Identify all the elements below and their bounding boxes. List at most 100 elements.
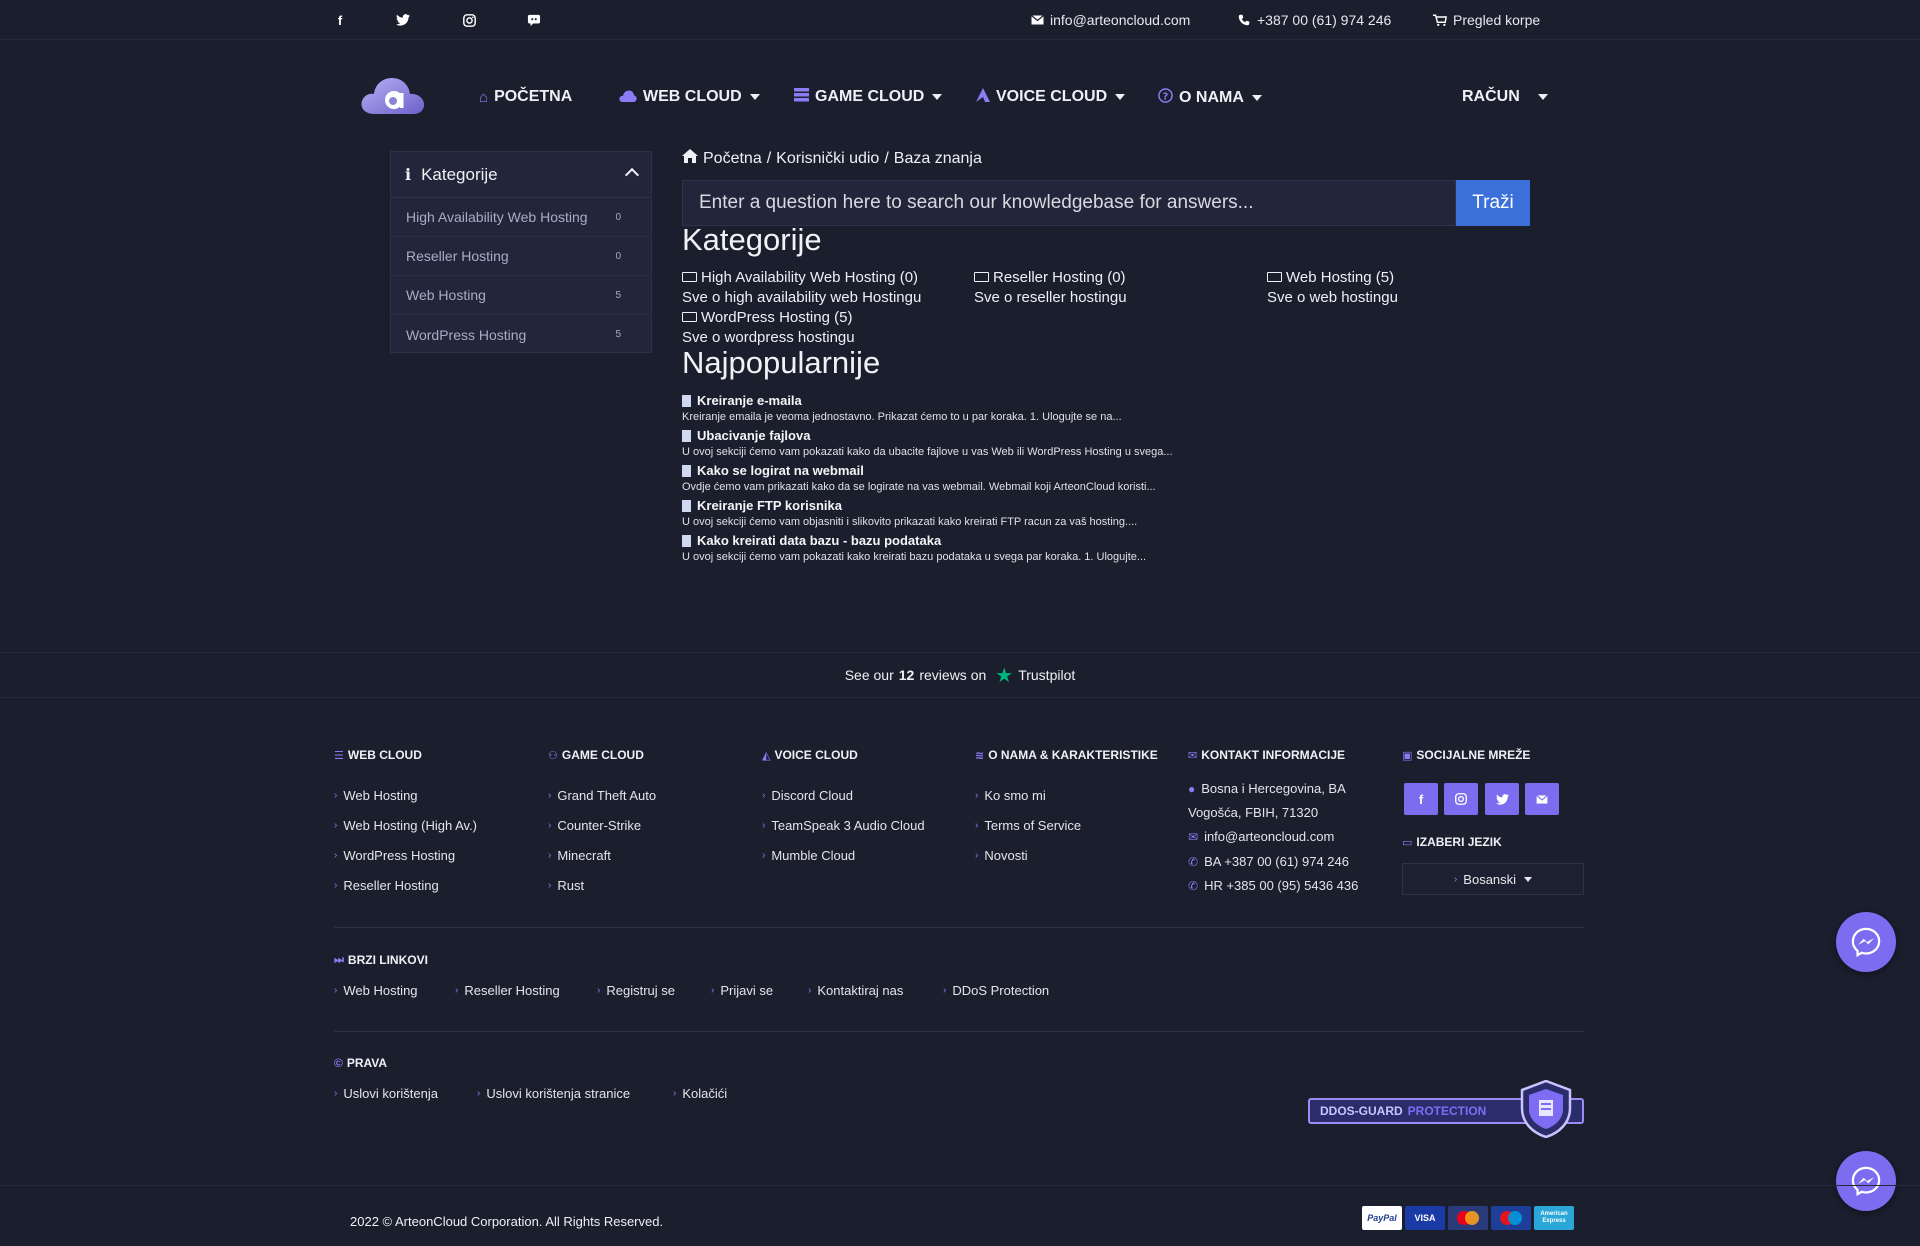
chevron-down-icon — [932, 94, 943, 100]
chevron-right-icon: › — [975, 850, 979, 861]
breadcrumb-item[interactable]: Korisnički udio — [776, 150, 879, 168]
footer-link[interactable]: › Grand Theft Auto — [548, 788, 656, 803]
popular-article-excerpt: U ovoj sekciji ćemo vam pokazati kako da… — [682, 446, 1173, 458]
popular-article-link[interactable]: Kreiranje FTP korisnika — [682, 498, 1137, 513]
nav-pocetna-label: POČETNA — [494, 88, 573, 105]
quick-link[interactable]: › Registruj se — [597, 983, 675, 998]
sidebar-header[interactable]: i Kategorije — [391, 152, 651, 198]
footer-link[interactable]: › Web Hosting (High Av.) — [334, 818, 477, 833]
footer-link[interactable]: › Novosti — [975, 848, 1028, 863]
messenger-chat-button[interactable] — [1836, 912, 1896, 972]
kb-search-input[interactable] — [682, 180, 1456, 226]
footer-link[interactable]: › Reseller Hosting — [334, 878, 439, 893]
footer-email-button[interactable] — [1525, 783, 1559, 815]
topbar-cart[interactable]: Pregled korpe — [1433, 12, 1540, 28]
chevron-right-icon: › — [975, 790, 979, 801]
rights-link[interactable]: › Uslovi korištenja — [334, 1086, 438, 1101]
chevron-right-icon: › — [334, 850, 338, 861]
nav-voice-cloud[interactable]: VOICE CLOUD — [976, 88, 1126, 106]
logo[interactable] — [360, 72, 426, 116]
footer-heading-text: BRZI LINKOVI — [347, 953, 428, 967]
footer-link-label: Reseller Hosting — [343, 878, 439, 893]
topbar-cart-text: Pregled korpe — [1453, 12, 1541, 28]
language-select[interactable]: › Bosanski — [1402, 863, 1584, 895]
nav-o-nama[interactable]: ? O NAMA — [1158, 88, 1262, 107]
footer-divider — [334, 927, 1584, 928]
footer-link[interactable]: › TeamSpeak 3 Audio Cloud — [762, 818, 925, 833]
rights-link[interactable]: › Kolačići — [673, 1086, 727, 1101]
topbar-phone[interactable]: +387 00 (61) 974 246 — [1237, 12, 1391, 28]
footer-heading-voice-cloud: ◭ VOICE CLOUD — [762, 748, 858, 762]
nav-game-cloud[interactable]: GAME CLOUD — [794, 88, 943, 106]
footer-link[interactable]: › Rust — [548, 878, 584, 893]
sidebar-title: Kategorije — [421, 164, 498, 184]
footer-phone-text: HR +385 00 (95) 5436 436 — [1204, 878, 1359, 893]
category-link[interactable]: Reseller Hosting (0) — [974, 269, 1126, 286]
chevron-right-icon: › — [975, 820, 979, 831]
quick-link[interactable]: › Kontaktiraj nas — [808, 983, 903, 998]
footer-link[interactable]: › Discord Cloud — [762, 788, 853, 803]
footer-link[interactable]: › Terms of Service — [975, 818, 1081, 833]
nav-o-nama-label: O NAMA — [1179, 88, 1244, 106]
popular-article-link[interactable]: Ubacivanje fajlova — [682, 428, 1173, 443]
chevron-right-icon: › — [1453, 873, 1458, 885]
trustpilot-widget[interactable]: See our 12 reviews on ★ Trustpilot — [0, 652, 1920, 698]
footer-email[interactable]: ✉ info@arteoncloud.com — [1188, 825, 1334, 849]
breadcrumb: Početna / Korisnički udio / Baza znanja — [682, 149, 982, 168]
footer-link-label: Discord Cloud — [771, 788, 853, 803]
footer-instagram-button[interactable] — [1444, 783, 1478, 815]
topbar-email[interactable]: info@arteoncloud.com — [1030, 12, 1190, 28]
kb-search-button[interactable]: Traži — [1456, 180, 1530, 226]
quick-link[interactable]: › Web Hosting — [334, 983, 418, 998]
popular-article-excerpt: U ovoj sekciji ćemo vam pokazati kako kr… — [682, 551, 1147, 563]
footer-link[interactable]: › Web Hosting — [334, 788, 418, 803]
popular-article-link[interactable]: Kako se logirat na webmail — [682, 463, 1156, 478]
category-link[interactable]: Web Hosting (5) — [1267, 269, 1394, 286]
popular-article-title: Ubacivanje fajlova — [697, 428, 811, 443]
cloud-icon — [619, 89, 637, 106]
footer-link[interactable]: › WordPress Hosting — [334, 848, 455, 863]
footer-link[interactable]: › Ko smo mi — [975, 788, 1046, 803]
ddos-guard-badge[interactable]: DDOS-GUARD PROTECTION — [1308, 1080, 1584, 1138]
popular-article: Kreiranje e-maila Kreiranje emaila je ve… — [682, 393, 1122, 423]
footer-link[interactable]: › Minecraft — [548, 848, 611, 863]
question-icon: ? — [1158, 88, 1173, 107]
quick-link[interactable]: › Reseller Hosting — [455, 983, 560, 998]
popular-article-link[interactable]: Kreiranje e-maila — [682, 393, 1122, 408]
discord-icon[interactable] — [526, 12, 542, 28]
sidebar-item-count: 0 — [615, 211, 621, 223]
sidebar-item-wordpress-hosting[interactable]: WordPress Hosting 5 — [391, 315, 651, 354]
footer-phone-hr[interactable]: ✆ HR +385 00 (95) 5436 436 — [1188, 874, 1358, 898]
quick-link[interactable]: › Prijavi se — [711, 983, 773, 998]
footer-twitter-button[interactable] — [1485, 783, 1519, 815]
kb-search: Traži — [682, 180, 1530, 226]
sidebar-item-web-hosting[interactable]: Web Hosting 5 — [391, 276, 651, 315]
voice-icon — [976, 88, 990, 106]
facebook-icon[interactable]: f — [332, 12, 348, 28]
sidebar-item-label: High Availability Web Hosting — [406, 209, 588, 225]
nav-web-cloud[interactable]: WEB CLOUD — [619, 88, 760, 106]
top-bar: f info@arteoncloud.com +387 00 (61) 974 … — [0, 0, 1920, 40]
chevron-up-icon[interactable] — [624, 167, 640, 183]
footer-link[interactable]: › Counter-Strike — [548, 818, 641, 833]
footer-link-label: WordPress Hosting — [343, 848, 456, 863]
sidebar-item-ha-web-hosting[interactable]: High Availability Web Hosting 0 — [391, 198, 651, 237]
home-icon[interactable] — [682, 149, 698, 168]
footer-link[interactable]: › Mumble Cloud — [762, 848, 855, 863]
category-link[interactable]: High Availability Web Hosting (0) — [682, 269, 918, 286]
footer-facebook-button[interactable]: f — [1404, 783, 1438, 815]
category-link[interactable]: WordPress Hosting (5) — [682, 309, 852, 326]
instagram-icon[interactable] — [461, 12, 477, 28]
popular-article-link[interactable]: Kako kreirati data bazu - bazu podataka — [682, 533, 1146, 548]
breadcrumb-item[interactable]: Početna — [703, 150, 762, 168]
rights-link[interactable]: › Uslovi korištenja stranice — [477, 1086, 630, 1101]
quick-link[interactable]: › DDoS Protection — [943, 983, 1049, 998]
footer-phone-ba[interactable]: ✆ BA +387 00 (61) 974 246 — [1188, 850, 1349, 874]
chevron-right-icon: › — [334, 820, 338, 831]
sidebar-item-reseller-hosting[interactable]: Reseller Hosting 0 — [391, 237, 651, 276]
nav-racun[interactable]: RAČUN — [1462, 88, 1548, 106]
nav-web-cloud-label: WEB CLOUD — [643, 88, 742, 105]
category-item: Web Hosting (5) Sve o web hostingu — [1267, 268, 1398, 308]
nav-pocetna[interactable]: ⌂ POČETNA — [479, 88, 572, 106]
twitter-icon[interactable] — [395, 12, 411, 28]
